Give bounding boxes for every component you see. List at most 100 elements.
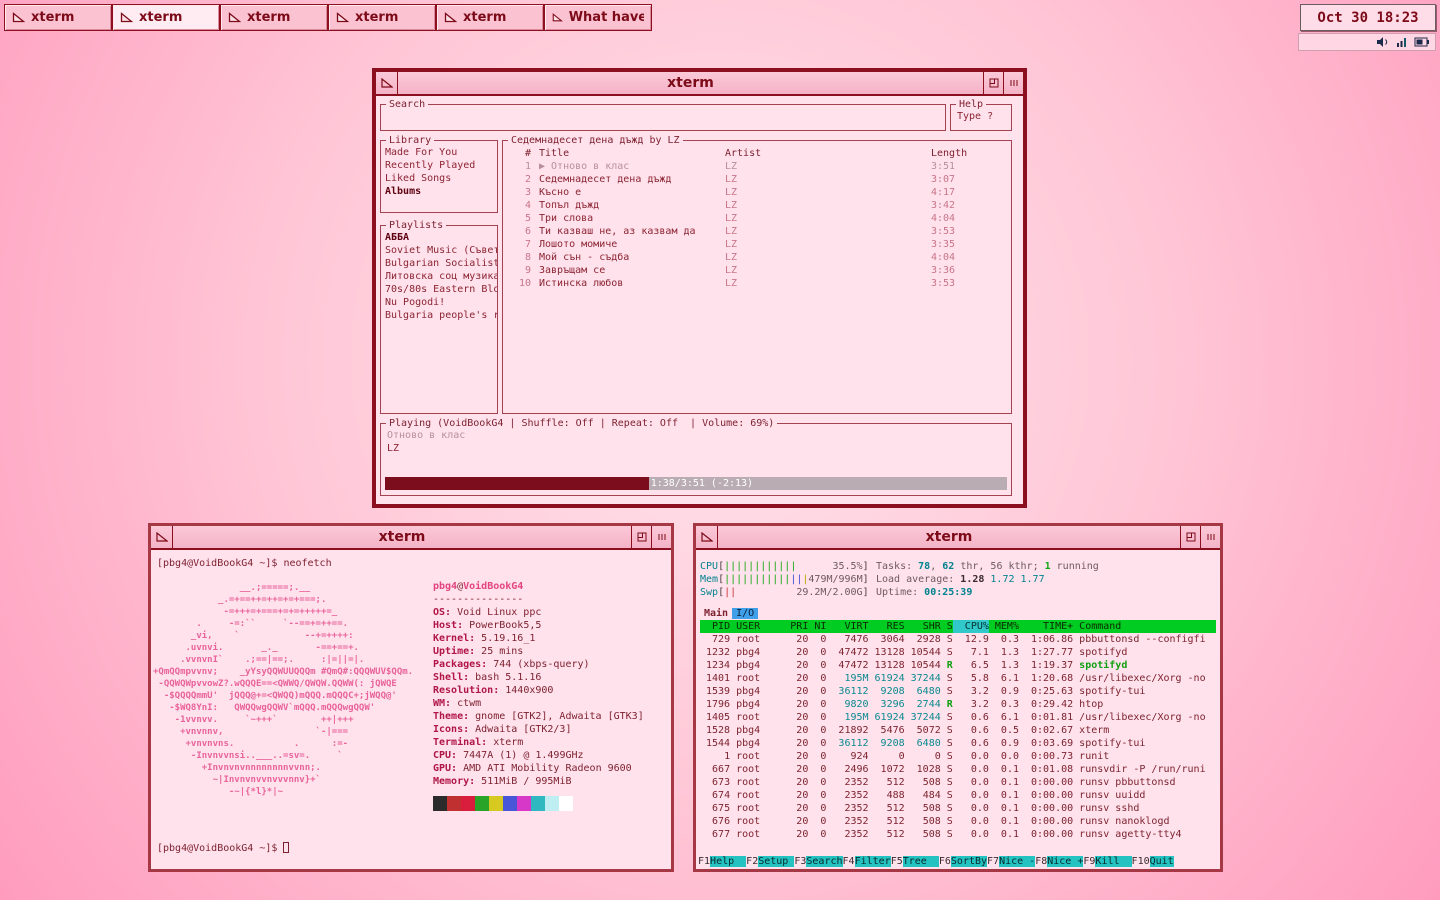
fkey-F7[interactable]: F7Nice - [987,855,1036,868]
taskbar-button-2[interactable]: xterm [220,4,328,31]
process-row-1[interactable]: 1 root 20 0 924 0 0 S 0.0 0.0 0:00.73 runit [700,750,1216,763]
htop-titlebar[interactable]: xterm [696,526,1220,550]
track-row-3[interactable]: 3 Късно е LZ 4:17 [503,186,1011,199]
htop-tab-1[interactable]: I/O [732,608,759,619]
library-item-2[interactable]: Liked Songs [381,172,497,185]
process-row-1234[interactable]: 1234 pbg4 20 0 47472 13128 10544 R 6.5 1.3 1:19.37… [700,659,1216,672]
process-cell-c-virt: 36112 [838,738,869,749]
htop-column-header-6[interactable]: SHR [905,620,941,633]
htop-column-header-11[interactable]: Command [1073,620,1216,633]
process-cell-c-ni: 0 [820,829,827,840]
playlist-item-4[interactable]: 70s/80s Eastern Blo [381,283,497,296]
fkey-F10[interactable]: F10Quit [1132,855,1174,868]
track-column-header-2: Artist [725,148,762,159]
htop-tabs: Main I/O [696,607,1220,620]
process-row-1405[interactable]: 1405 root 20 0 195M 61924 37244 S 0.6 6.1 0:01.81 /… [700,711,1216,724]
process-row-1528[interactable]: 1528 pbg4 20 0 21892 5476 5072 S 0.6 0.5 0:02.67 xt… [700,724,1216,737]
process-row-729[interactable]: 729 root 20 0 7476 3064 2928 S 12.9 0.3 1:06.86 pbb… [700,633,1216,646]
maximize-button[interactable] [983,72,1003,94]
track-row-6[interactable]: 6 Ти казваш не, аз казвам да LZ 3:53 [503,225,1011,238]
maximize-button[interactable] [631,526,651,548]
palette-swatch-0 [433,796,447,811]
track-row-7[interactable]: 7 Лошото момиче LZ 3:35 [503,238,1011,251]
process-cell-c-pid: 1234 [706,660,731,671]
htop-column-header-10[interactable]: TIME+ [1019,620,1073,633]
playlist-item-3[interactable]: Литовска соц музика [381,270,497,283]
process-row-1796[interactable]: 1796 pbg4 20 0 9820 3296 2744 R 3.2 0.3 0:29.42 hto… [700,698,1216,711]
player-titlebar[interactable]: xterm [376,72,1023,96]
playlist-item-1[interactable]: Soviet Music (Съвет [381,244,497,257]
resize-grip-icon [1010,80,1017,86]
process-cell-c-s: S [946,764,953,775]
fkey-F8[interactable]: F8Nice + [1035,855,1084,868]
fkey-F4[interactable]: F4Filter [843,855,891,868]
process-row-674[interactable]: 674 root 20 0 2352 488 484 S 0.0 0.1 0:00.00 runsv … [700,789,1216,802]
htop-column-header-8[interactable]: CPU% [952,620,989,633]
resize-button[interactable] [651,526,671,548]
library-item-0[interactable]: Made For You [381,146,497,159]
htop-column-header-0[interactable]: PID [700,620,730,633]
track-row-9[interactable]: 9 Завръщам се LZ 3:36 [503,264,1011,277]
battery-icon[interactable] [1414,37,1430,47]
process-row-667[interactable]: 667 root 20 0 2496 1072 1028 S 0.0 0.1 0:01.08 runs… [700,763,1216,776]
progress-bar[interactable]: 1:38/3:51 (-2:13) [385,477,1007,490]
neofetch-terminal[interactable]: [pbg4@VoidBookG4 ~]$ neofetch __.;=====;.… [151,550,671,869]
track-row-1[interactable]: 1 ▶ Отново в клас LZ 3:51 [503,160,1011,173]
process-row-1544[interactable]: 1544 pbg4 20 0 36112 9208 6480 S 0.6 0.9 0:03.69 sp… [700,737,1216,750]
search-box[interactable]: Search [380,98,946,131]
process-row-1401[interactable]: 1401 root 20 0 195M 61924 37244 S 5.8 6.1 1:20.68 /… [700,672,1216,685]
signal-bars-icon[interactable] [1396,36,1408,48]
library-item-1[interactable]: Recently Played [381,159,497,172]
process-row-673[interactable]: 673 root 20 0 2352 512 508 S 0.0 0.1 0:00.00 runsv … [700,776,1216,789]
htop-column-header-2[interactable]: PRI [784,620,808,633]
speaker-icon[interactable] [1376,36,1390,48]
maximize-button[interactable] [1180,526,1200,548]
fkey-F9[interactable]: F9Kill [1083,855,1132,868]
iconify-button[interactable] [376,72,398,94]
playlist-item-2[interactable]: Bulgarian Socialist [381,257,497,270]
htop-tab-0[interactable]: Main [700,608,732,619]
htop-column-header-7[interactable]: S [941,620,953,633]
process-cell-c-cmd: htop [1079,699,1104,710]
process-row-677[interactable]: 677 root 20 0 2352 512 508 S 0.0 0.1 0:00.00 runsv … [700,828,1216,841]
process-row-676[interactable]: 676 root 20 0 2352 512 508 S 0.0 0.1 0:00.00 runsv … [700,815,1216,828]
taskbar-button-4[interactable]: xterm [436,4,544,31]
process-row-1232[interactable]: 1232 pbg4 20 0 47472 13128 10544 S 7.1 1.3 1:27.77… [700,646,1216,659]
taskbar-button-0[interactable]: xterm [4,4,112,31]
fkey-F2[interactable]: F2Setup [746,855,795,868]
resize-button[interactable] [1003,72,1023,94]
taskbar-button-3[interactable]: xterm [328,4,436,31]
iconify-button[interactable] [696,526,718,548]
track-title: Мой сън - съдба [539,252,630,263]
track-row-5[interactable]: 5 Три слова LZ 4:04 [503,212,1011,225]
process-row-1539[interactable]: 1539 pbg4 20 0 36112 9208 6480 S 3.2 0.9 0:25.63 sp… [700,685,1216,698]
iconify-button[interactable] [151,526,173,548]
track-row-2[interactable]: 2 Седемнадесет дена дъжд LZ 3:07 [503,173,1011,186]
htop-column-header-5[interactable]: RES [869,620,905,633]
htop-column-header-1[interactable]: USER [730,620,784,633]
htop-column-header-3[interactable]: NI [808,620,826,633]
taskbar-button-1[interactable]: xterm [112,4,220,31]
resize-button[interactable] [1200,526,1220,548]
fkey-F3[interactable]: F3Search [794,855,843,868]
taskbar-button-5[interactable]: What have y [544,4,652,31]
library-item-3[interactable]: Albums [381,185,497,198]
track-row-8[interactable]: 8 Мой сън - съдба LZ 4:04 [503,251,1011,264]
htop-column-header-4[interactable]: VIRT [826,620,868,633]
taskbar-button-label: What have y [568,10,644,25]
fkey-F1[interactable]: F1Help [698,855,747,868]
playlist-item-5[interactable]: Nu Pogodi! [381,296,497,309]
track-row-4[interactable]: 4 Топъл дъжд LZ 3:42 [503,199,1011,212]
htop-column-header-9[interactable]: MEM% [989,620,1019,633]
track-row-10[interactable]: 10 Истинска любов LZ 3:53 [503,277,1011,290]
process-cell-c-shr: 6480 [916,686,941,697]
playlist-item-0[interactable]: АББА [381,231,497,244]
fkey-F5[interactable]: F5Tree [891,855,939,868]
process-cell-c-res: 512 [886,777,905,788]
fkey-F6[interactable]: F6SortBy [939,855,988,868]
process-cell-c-s: S [946,725,953,736]
shell-command: neofetch [283,558,332,569]
neofetch-titlebar[interactable]: xterm [151,526,671,550]
playlist-item-6[interactable]: Bulgaria people's r [381,309,497,322]
process-row-675[interactable]: 675 root 20 0 2352 512 508 S 0.0 0.1 0:00.00 runsv … [700,802,1216,815]
